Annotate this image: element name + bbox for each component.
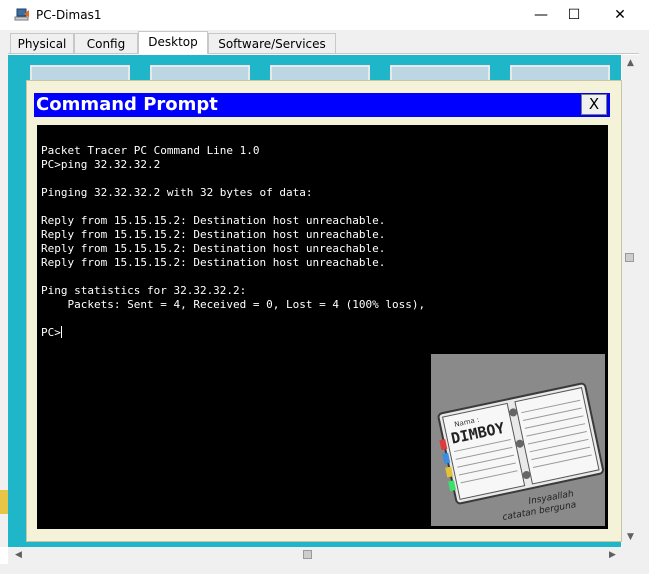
terminal-lines: Packet Tracer PC Command Line 1.0 PC>pin… (41, 144, 426, 311)
terminal-text: Packet Tracer PC Command Line 1.0 PC>pin… (41, 144, 425, 340)
command-prompt-close-button[interactable]: X (581, 94, 607, 115)
horizontal-scrollbar[interactable] (8, 547, 622, 564)
command-prompt-input[interactable]: PC> (41, 326, 61, 339)
command-prompt-title: Command Prompt (36, 94, 218, 115)
vertical-scroll-thumb[interactable] (625, 253, 634, 262)
tab-desktop[interactable]: Desktop (138, 31, 208, 54)
window-bottom-edge (0, 564, 649, 574)
vertical-scrollbar[interactable] (622, 55, 639, 547)
window-title: PC-Dimas1 (36, 8, 102, 22)
window-right-edge (639, 30, 649, 574)
horizontal-scroll-thumb[interactable] (303, 550, 312, 559)
tab-physical[interactable]: Physical (10, 33, 74, 53)
text-cursor (60, 326, 62, 338)
scroll-left-icon[interactable]: ◀ (10, 550, 27, 560)
scroll-right-icon[interactable]: ▶ (604, 550, 621, 560)
scrollbar-corner (622, 547, 639, 564)
background-window-stub (0, 490, 8, 514)
close-window-button[interactable]: ✕ (597, 0, 643, 30)
scroll-down-icon[interactable]: ▼ (622, 532, 639, 542)
notebook-watermark-icon: Nama : DIMBOY Insyaallah catatan berguna (431, 354, 605, 526)
tab-config[interactable]: Config (74, 33, 138, 53)
packet-tracer-pc-icon (14, 8, 29, 21)
tab-software-services[interactable]: Software/Services (208, 33, 336, 53)
background-window-edge (0, 30, 8, 547)
maximize-button[interactable]: ☐ (551, 0, 597, 30)
scroll-up-icon[interactable]: ▲ (622, 58, 639, 68)
